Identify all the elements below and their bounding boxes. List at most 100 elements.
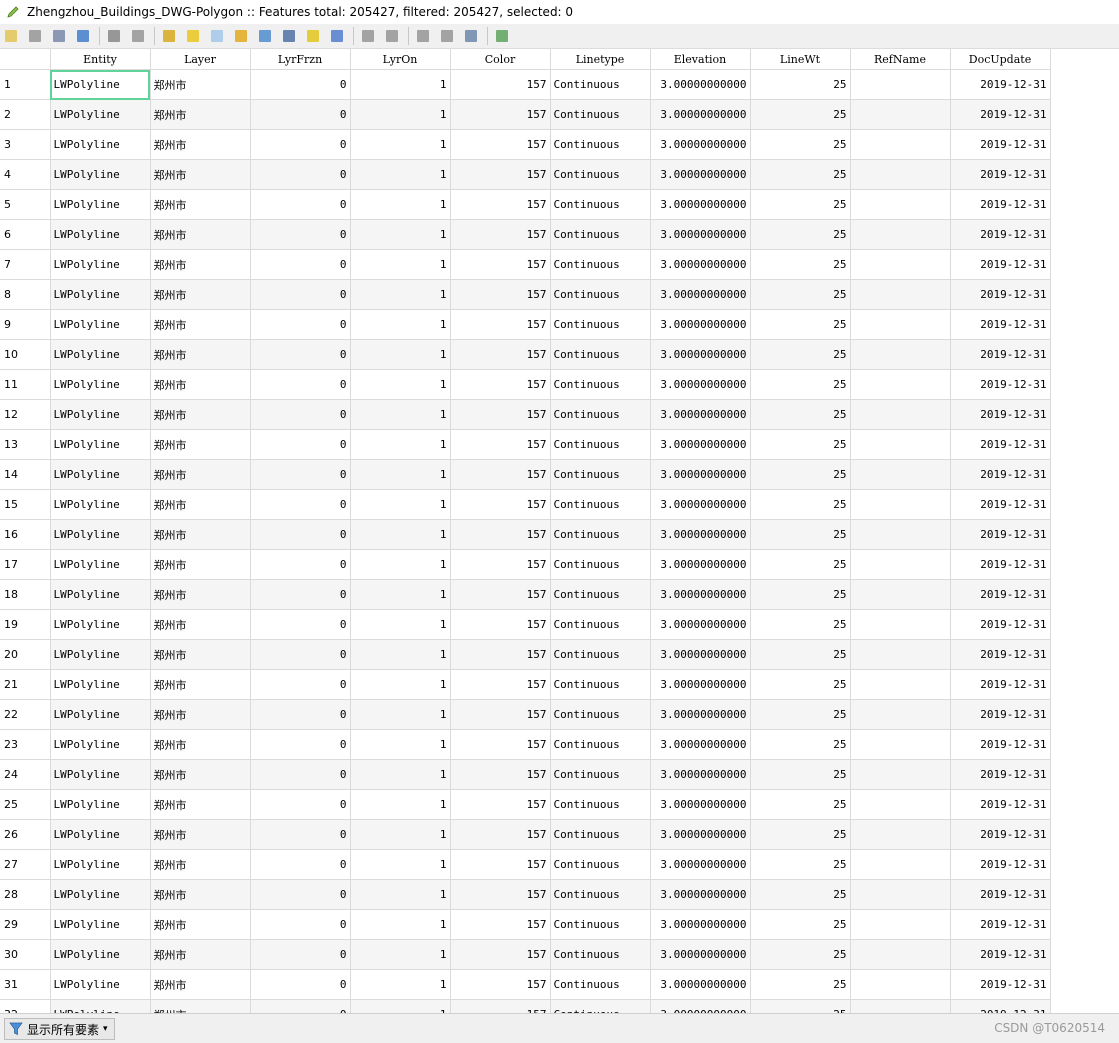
row-header[interactable]: 18 — [0, 579, 51, 610]
cell-lyrfrzn[interactable]: 0 — [250, 219, 351, 250]
cell-lyrfrzn[interactable]: 0 — [250, 519, 351, 550]
cell-docupdate[interactable]: 2019-12-31 — [950, 549, 1051, 580]
cell-lyron[interactable]: 1 — [350, 669, 451, 700]
cell-elevation[interactable]: 3.00000000000 — [650, 159, 751, 190]
table-row[interactable]: 32LWPolyline郑州市01157Continuous3.00000000… — [0, 999, 1051, 1013]
cell-linetype[interactable]: Continuous — [550, 399, 651, 430]
cell-linetype[interactable]: Continuous — [550, 249, 651, 280]
cell-color[interactable]: 157 — [450, 519, 551, 550]
cell-lyrfrzn[interactable]: 0 — [250, 339, 351, 370]
table-row[interactable]: 25 LWPolyline 郑州市 0 1 157 Continuous 3.00000000… — [0, 789, 1051, 820]
cell-linewt[interactable]: 25 — [750, 459, 851, 490]
column-header-linewt[interactable]: LineWt — [750, 49, 851, 70]
cell-linewt[interactable]: 25 — [750, 309, 851, 340]
table-row[interactable]: 11 LWPolyline 郑州市 0 1 157 Continuous 3.00000000… — [0, 369, 1051, 400]
cell-color[interactable]: 157 — [450, 159, 551, 190]
cell-docupdate[interactable]: 2019-12-31 — [950, 279, 1051, 310]
cell-color[interactable]: 157 — [450, 969, 551, 1000]
cell-elevation[interactable]: 3.00000000000 — [650, 699, 751, 730]
cell-elevation[interactable]: 3.00000000000 — [650, 189, 751, 220]
cell-layer[interactable]: 郑州市 — [150, 309, 251, 340]
cell-docupdate[interactable]: 2019-12-31 — [950, 309, 1051, 340]
row-header[interactable]: 15 — [0, 489, 51, 520]
cell-linewt[interactable]: 25 — [750, 69, 851, 100]
cell-color[interactable]: 157 — [450, 219, 551, 250]
row-header[interactable]: 10 — [0, 339, 51, 370]
cell-layer[interactable]: 郑州市 — [150, 729, 251, 760]
table-row[interactable]: 20 LWPolyline 郑州市 0 1 157 Continuous 3.00000000… — [0, 639, 1051, 670]
cell-color[interactable]: 157 — [450, 249, 551, 280]
cell-elevation[interactable]: 3.00000000000 — [650, 309, 751, 340]
cell-linewt[interactable]: 25 — [750, 879, 851, 910]
cell-lyrfrzn[interactable]: 0 — [250, 729, 351, 760]
cell-linetype[interactable]: Continuous — [550, 999, 651, 1013]
cell-docupdate[interactable]: 2019-12-31 — [950, 819, 1051, 850]
cell-elevation[interactable]: 3.00000000000 — [650, 579, 751, 610]
cell-refname[interactable] — [850, 369, 951, 400]
conditional-formatting-button[interactable] — [491, 25, 513, 47]
cell-lyron[interactable]: 1 — [350, 789, 451, 820]
cell-refname[interactable] — [850, 729, 951, 760]
row-header[interactable]: 6 — [0, 219, 51, 250]
row-header[interactable]: 28 — [0, 879, 51, 910]
cell-color[interactable]: 157 — [450, 729, 551, 760]
cell-entity[interactable]: LWPolyline — [50, 489, 151, 520]
cell-docupdate[interactable]: 2019-12-31 — [950, 249, 1051, 280]
cell-entity[interactable]: LWPolyline — [50, 279, 151, 310]
row-header[interactable]: 30 — [0, 939, 51, 970]
toggle-editing-button[interactable] — [0, 25, 22, 47]
cell-entity[interactable]: LWPolyline — [50, 609, 151, 640]
attribute-grid[interactable]: Entity Layer LyrFrzn LyrOn Color Linetype Elev… — [0, 49, 1051, 1013]
column-header-refname[interactable]: RefName — [850, 49, 951, 70]
row-header[interactable]: 32 — [0, 999, 51, 1013]
cell-elevation[interactable]: 3.00000000000 — [650, 669, 751, 700]
cell-refname[interactable] — [850, 909, 951, 940]
cell-linewt[interactable]: 25 — [750, 549, 851, 580]
cell-refname[interactable] — [850, 129, 951, 160]
cell-linetype[interactable]: Continuous — [550, 429, 651, 460]
cell-layer[interactable]: 郑州市 — [150, 429, 251, 460]
cell-refname[interactable] — [850, 219, 951, 250]
cell-entity[interactable]: LWPolyline — [50, 339, 151, 370]
table-row[interactable]: 2 LWPolyline 郑州市 0 1 157 Continuous 3.000000000… — [0, 99, 1051, 130]
cell-elevation[interactable]: 3.00000000000 — [650, 489, 751, 520]
cell-lyron[interactable]: 1 — [350, 279, 451, 310]
cell-refname[interactable] — [850, 459, 951, 490]
cell-docupdate[interactable]: 2019-12-31 — [950, 459, 1051, 490]
cell-lyron[interactable]: 1 — [350, 729, 451, 760]
cell-linewt[interactable]: 25 — [750, 639, 851, 670]
cell-entity[interactable]: LWPolyline — [50, 969, 151, 1000]
cell-elevation[interactable]: 3.00000000000 — [650, 969, 751, 1000]
cell-lyron[interactable]: 1 — [350, 939, 451, 970]
save-edits-button[interactable] — [48, 25, 70, 47]
cell-lyron[interactable]: 1 — [350, 309, 451, 340]
zoom-to-selected-button[interactable] — [326, 25, 348, 47]
cell-elevation[interactable]: 3.00000000000 — [650, 279, 751, 310]
cell-entity[interactable]: LWPolyline — [50, 69, 151, 100]
cell-entity[interactable]: LWPolyline — [50, 849, 151, 880]
cell-lyron[interactable]: 1 — [350, 519, 451, 550]
cell-lyron[interactable]: 1 — [350, 969, 451, 1000]
cell-refname[interactable] — [850, 189, 951, 220]
cell-lyrfrzn[interactable]: 0 — [250, 969, 351, 1000]
cell-lyrfrzn[interactable]: 0 — [250, 309, 351, 340]
row-header[interactable]: 12 — [0, 399, 51, 430]
table-row[interactable]: 4 LWPolyline 郑州市 0 1 157 Continuous 3.000000000… — [0, 159, 1051, 190]
cell-refname[interactable] — [850, 429, 951, 460]
table-row[interactable]: 7 LWPolyline 郑州市 0 1 157 Continuous 3.000000000… — [0, 249, 1051, 280]
cell-linewt[interactable]: 25 — [750, 519, 851, 550]
column-header-color[interactable]: Color — [450, 49, 551, 70]
cell-linetype[interactable]: Continuous — [550, 489, 651, 520]
cell-entity[interactable]: LWPolyline — [50, 459, 151, 490]
cell-lyron[interactable]: 1 — [350, 189, 451, 220]
row-header[interactable]: 2 — [0, 99, 51, 130]
cell-lyrfrzn[interactable]: 0 — [250, 669, 351, 700]
cell-layer[interactable]: 郑州市 — [150, 399, 251, 430]
cell-refname[interactable] — [850, 159, 951, 190]
cell-refname[interactable] — [850, 879, 951, 910]
cell-linewt[interactable]: 25 — [750, 999, 851, 1013]
cell-linetype[interactable]: Continuous — [550, 99, 651, 130]
cell-refname[interactable] — [850, 939, 951, 970]
cell-entity[interactable]: LWPolyline — [50, 549, 151, 580]
cell-lyron[interactable]: 1 — [350, 639, 451, 670]
